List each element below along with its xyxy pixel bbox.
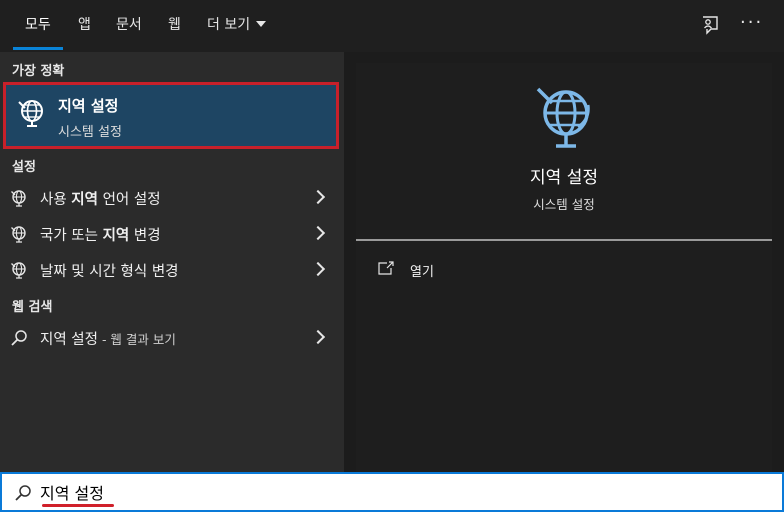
label-text: 사용 bbox=[40, 192, 72, 208]
tab-more[interactable]: 더 보기 bbox=[207, 0, 267, 52]
preview-pane: 지역 설정 시스템 설정 열기 bbox=[356, 63, 772, 472]
open-window-icon bbox=[378, 261, 394, 275]
label-text: 날짜 및 시간 형식 변경 bbox=[40, 264, 179, 280]
chevron-right-icon[interactable] bbox=[310, 225, 326, 241]
active-tab-indicator bbox=[13, 47, 63, 50]
section-best-match: 가장 정확 bbox=[12, 64, 65, 79]
best-match-item[interactable]: 지역 설정 시스템 설정 bbox=[3, 82, 339, 149]
settings-item-change-country-region[interactable]: 국가 또는 지역 변경 bbox=[0, 216, 344, 252]
globe-settings-icon bbox=[536, 87, 590, 148]
tab-all[interactable]: 모두 bbox=[25, 0, 51, 52]
tab-documents-label: 문서 bbox=[116, 17, 142, 33]
web-search-suffix: - 웹 결과 보기 bbox=[97, 332, 176, 347]
search-icon bbox=[11, 330, 27, 346]
ellipsis-icon[interactable]: ··· bbox=[740, 12, 763, 33]
open-label: 열기 bbox=[410, 265, 434, 280]
label-text: 국가 또는 bbox=[40, 228, 103, 244]
section-settings: 설정 bbox=[12, 160, 36, 175]
web-search-item[interactable]: 지역 설정 - 웹 결과 보기 bbox=[0, 320, 344, 356]
web-search-label: 지역 설정 - 웹 결과 보기 bbox=[40, 328, 176, 349]
settings-item-region-language[interactable]: 사용 지역 언어 설정 bbox=[0, 180, 344, 216]
top-tab-bar: 모두 앱 문서 웹 더 보기 ··· bbox=[0, 0, 784, 52]
search-icon bbox=[15, 485, 31, 501]
globe-settings-icon bbox=[11, 262, 26, 279]
divider bbox=[356, 239, 772, 241]
settings-item-label: 날짜 및 시간 형식 변경 bbox=[40, 260, 179, 281]
best-match-title: 지역 설정 bbox=[58, 97, 119, 115]
chevron-right-icon[interactable] bbox=[310, 261, 326, 277]
chevron-right-icon[interactable] bbox=[310, 189, 326, 205]
chevron-right-icon[interactable] bbox=[310, 329, 326, 345]
web-search-query: 지역 설정 bbox=[40, 332, 98, 348]
tab-documents[interactable]: 문서 bbox=[116, 0, 142, 52]
tab-all-label: 모두 bbox=[25, 17, 51, 33]
feedback-icon[interactable] bbox=[698, 14, 722, 38]
settings-item-label: 사용 지역 언어 설정 bbox=[40, 188, 161, 209]
label-text: 언어 설정 bbox=[97, 192, 161, 208]
globe-settings-icon bbox=[11, 190, 26, 207]
preview-title: 지역 설정 bbox=[530, 168, 598, 188]
preview-subtitle: 시스템 설정 bbox=[533, 197, 595, 212]
results-pane: 가장 정확 지역 설정 시스템 설정 설정 사용 지역 언어 설정 국가 또는 … bbox=[0, 52, 344, 472]
tab-more-label: 더 보기 bbox=[207, 17, 251, 33]
best-match-subtitle: 시스템 설정 bbox=[58, 125, 122, 140]
chevron-down-icon bbox=[256, 21, 267, 27]
tab-web-label: 웹 bbox=[168, 17, 181, 33]
tab-web[interactable]: 웹 bbox=[168, 0, 181, 52]
search-bar[interactable] bbox=[0, 472, 784, 512]
label-text: 변경 bbox=[129, 228, 161, 244]
settings-item-date-time-format[interactable]: 날짜 및 시간 형식 변경 bbox=[0, 252, 344, 288]
globe-settings-icon bbox=[18, 100, 43, 127]
tab-apps[interactable]: 앱 bbox=[78, 0, 91, 52]
highlight-underline bbox=[42, 504, 114, 507]
label-bold-text: 지역 bbox=[102, 228, 130, 244]
search-input[interactable] bbox=[40, 480, 640, 504]
label-bold-text: 지역 bbox=[71, 192, 98, 208]
settings-item-label: 국가 또는 지역 변경 bbox=[40, 224, 161, 245]
tab-apps-label: 앱 bbox=[78, 17, 91, 33]
globe-settings-icon bbox=[11, 226, 26, 243]
section-web-search: 웹 검색 bbox=[12, 300, 53, 315]
